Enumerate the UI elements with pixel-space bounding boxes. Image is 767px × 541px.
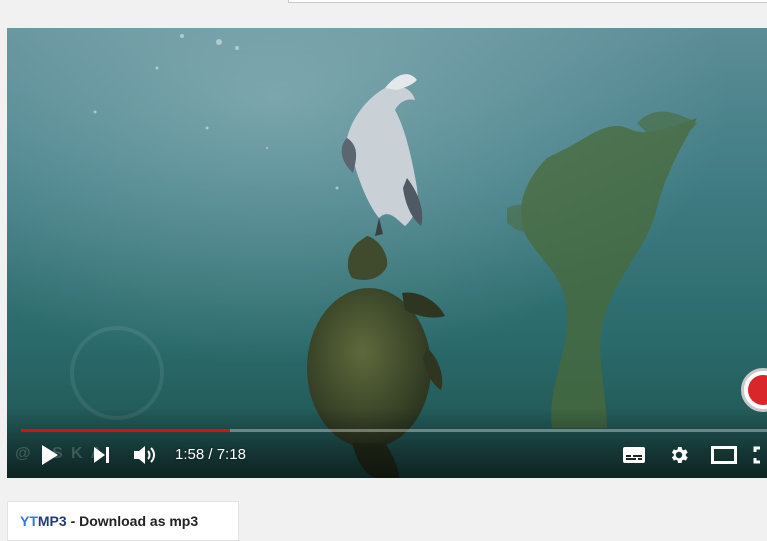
video-player[interactable]: @ S K A 1:58 / 7:18 <box>7 28 767 478</box>
time-display: 1:58 / 7:18 <box>175 445 246 465</box>
top-bar <box>0 0 767 28</box>
ytmp3-download-button[interactable]: YTMP3 - Download as mp3 <box>7 501 239 541</box>
theater-mode-button[interactable] <box>709 441 739 469</box>
ytmp3-label: - Download as mp3 <box>66 513 199 529</box>
fullscreen-button[interactable] <box>751 441 767 469</box>
gear-icon <box>671 447 688 463</box>
theater-mode-icon <box>711 446 737 464</box>
ytmp3-brand-yt: YT <box>20 513 38 529</box>
time-separator: / <box>204 446 217 463</box>
volume-icon <box>134 446 155 464</box>
play-button[interactable] <box>35 441 65 469</box>
duration: 7:18 <box>216 446 246 463</box>
play-icon <box>42 445 58 465</box>
channel-badge-logo <box>748 375 767 405</box>
subtitles-button[interactable] <box>619 441 649 469</box>
next-button[interactable] <box>87 441 117 469</box>
volume-button[interactable] <box>131 441 161 469</box>
settings-button[interactable] <box>664 441 694 469</box>
current-time: 1:58 <box>175 446 205 463</box>
progress-bar[interactable] <box>21 429 767 432</box>
search-input[interactable] <box>288 0 767 3</box>
progress-played <box>21 429 230 432</box>
fullscreen-icon <box>753 446 760 464</box>
controls-gradient <box>7 408 767 478</box>
ytmp3-brand-mp3: MP3 <box>37 513 67 529</box>
next-icon <box>94 447 109 463</box>
subtitles-icon <box>623 447 645 463</box>
